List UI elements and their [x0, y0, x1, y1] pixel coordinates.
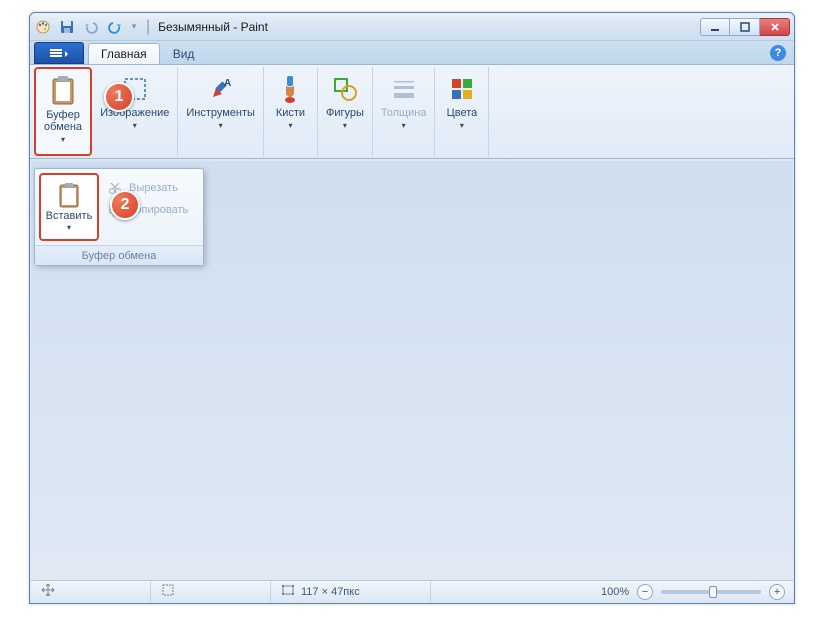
- callout-2: 2: [110, 190, 140, 220]
- tab-view[interactable]: Вид: [160, 43, 208, 64]
- tab-home[interactable]: Главная: [88, 43, 160, 64]
- thickness-icon: [388, 73, 420, 105]
- ribbon-tools-button[interactable]: A Инструменты ▾: [178, 67, 264, 156]
- titlebar: ▾ | Безымянный - Paint: [30, 13, 794, 41]
- clipboard-icon: [55, 182, 83, 210]
- tabs-row: Главная Вид ?: [30, 41, 794, 65]
- clipboard-icon: [47, 75, 79, 107]
- zoom-in-button[interactable]: +: [769, 584, 785, 600]
- ribbon-brushes-label: Кисти: [276, 107, 305, 119]
- save-icon[interactable]: [58, 18, 76, 36]
- window-controls: [700, 18, 790, 36]
- zoom-slider[interactable]: [661, 590, 761, 594]
- zoom-out-button[interactable]: −: [637, 584, 653, 600]
- app-title: Paint: [241, 20, 268, 34]
- colors-icon: [446, 73, 478, 105]
- paste-button[interactable]: Вставить ▾: [39, 173, 99, 241]
- paste-label: Вставить: [46, 210, 93, 222]
- undo-icon[interactable]: [82, 18, 100, 36]
- pencil-icon: A: [205, 73, 237, 105]
- chevron-down-icon: ▾: [67, 223, 71, 232]
- app-window: ▾ | Безымянный - Paint Главная Вид ? Буф…: [29, 12, 795, 604]
- ribbon-brushes-button[interactable]: Кисти ▾: [264, 67, 318, 156]
- close-button[interactable]: [760, 18, 790, 36]
- chevron-down-icon: ▾: [133, 121, 137, 130]
- quick-access-toolbar: ▾: [58, 18, 138, 36]
- selection-size-icon: [161, 583, 175, 600]
- ribbon-thickness-label: Толщина: [381, 107, 427, 119]
- chevron-down-icon: ▾: [61, 135, 65, 144]
- canvas-size-icon: [281, 583, 295, 600]
- chevron-down-icon: ▾: [460, 121, 464, 130]
- zoom-controls: 100% − +: [591, 584, 795, 600]
- dropdown-footer: Буфер обмена: [35, 245, 203, 265]
- chevron-down-icon: ▾: [219, 121, 223, 130]
- cut-label: Вырезать: [129, 182, 178, 194]
- chevron-down-icon: ▾: [402, 121, 406, 130]
- cursor-pos-icon: [41, 583, 55, 600]
- title-dash: -: [230, 20, 241, 34]
- qat-dropdown-icon[interactable]: ▾: [130, 21, 138, 32]
- help-icon[interactable]: ?: [770, 45, 786, 61]
- ribbon-colors-button[interactable]: Цвета ▾: [435, 67, 489, 156]
- status-cursor: [31, 581, 151, 602]
- file-menu-button[interactable]: [34, 42, 84, 64]
- ribbon-clipboard-label: Буфер обмена: [44, 109, 82, 133]
- status-dimensions: 117 × 47пкс: [271, 581, 431, 602]
- statusbar: 117 × 47пкс 100% − +: [31, 580, 793, 602]
- dimensions-text: 117 × 47пкс: [301, 586, 360, 598]
- status-selection: [151, 581, 271, 602]
- ribbon-shapes-button[interactable]: Фигуры ▾: [318, 67, 373, 156]
- ribbon-image-button[interactable]: Изображение ▾: [92, 67, 178, 156]
- callout-1: 1: [104, 82, 134, 112]
- minimize-button[interactable]: [700, 18, 730, 36]
- chevron-down-icon: ▾: [288, 121, 292, 130]
- document-title: Безымянный: [158, 20, 230, 34]
- ribbon: Буфер обмена ▾ Изображение ▾ A Инструмен…: [30, 65, 794, 159]
- ribbon-clipboard-button[interactable]: Буфер обмена ▾: [34, 67, 92, 156]
- zoom-text: 100%: [601, 586, 629, 598]
- status-filesize: [431, 581, 591, 602]
- chevron-down-icon: ▾: [343, 121, 347, 130]
- app-icon: [34, 18, 52, 36]
- maximize-button[interactable]: [730, 18, 760, 36]
- ribbon-colors-label: Цвета: [447, 107, 478, 119]
- svg-text:A: A: [224, 78, 231, 89]
- ribbon-shapes-label: Фигуры: [326, 107, 364, 119]
- shapes-icon: [329, 73, 361, 105]
- brush-icon: [274, 73, 306, 105]
- zoom-thumb[interactable]: [709, 586, 717, 598]
- ribbon-tools-label: Инструменты: [186, 107, 255, 119]
- ribbon-thickness-button: Толщина ▾: [373, 67, 436, 156]
- redo-icon[interactable]: [106, 18, 124, 36]
- title-separator: |: [146, 18, 150, 36]
